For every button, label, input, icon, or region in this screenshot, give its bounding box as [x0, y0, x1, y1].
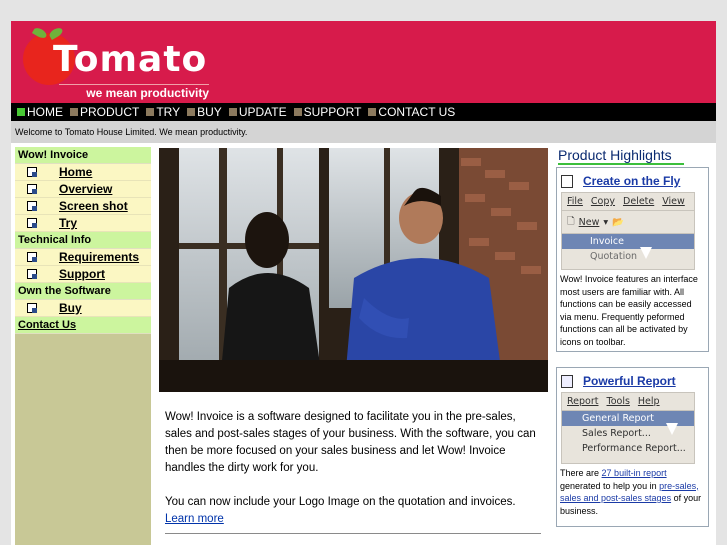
menu-delete: Delete [623, 196, 655, 207]
nav-support[interactable]: SUPPORT [293, 105, 362, 119]
product-highlights: Product Highlights [556, 147, 716, 165]
office-photo [159, 148, 548, 392]
logo-paragraph: You can now include your Logo Image on t… [165, 494, 545, 528]
menu-help: Help [637, 396, 660, 407]
document-icon [27, 201, 37, 211]
sidebar-item-label: Screen shot [59, 199, 128, 213]
report-icon [561, 374, 573, 388]
document-icon [27, 269, 37, 279]
content-divider [165, 533, 541, 534]
header-banner: Tomato we mean productivity [11, 21, 716, 103]
nav-label: UPDATE [238, 105, 287, 119]
built-in-report-link[interactable]: 27 built-in report [602, 468, 667, 478]
sidebar-item-label: Try [59, 216, 78, 230]
create-on-fly-header: Create on the Fly [557, 168, 708, 190]
highlights-title: Product Highlights [558, 147, 684, 165]
bullet-icon [70, 108, 78, 116]
powerful-report-box: Powerful Report Report Tools Help Genera… [556, 367, 709, 527]
nav-label: PRODUCT [80, 105, 140, 119]
brand-tagline: we mean productivity [59, 84, 209, 100]
document-icon [27, 167, 37, 177]
powerful-report-link[interactable]: Powerful Report [583, 374, 676, 388]
sidebar-section-wow-invoice: Wow! Invoice [15, 147, 151, 164]
nav-home[interactable]: HOME [17, 105, 63, 119]
report-text-2: generated to help you in [560, 480, 657, 491]
sidebar-contact-us-link[interactable]: Contact Us [15, 317, 151, 334]
sidebar-item-home[interactable]: Home [15, 164, 151, 181]
create-on-fly-text: Wow! Invoice features an interface most … [560, 274, 698, 347]
nav-label: TRY [156, 105, 181, 119]
screenshot-toolbar: 🗋 New ▾ 📂 [562, 211, 694, 234]
sidebar-item-label: Requirements [59, 250, 140, 264]
report-menu-screenshot: Report Tools Help General Report Sales R… [561, 392, 695, 464]
sidebar-item-screen-shot[interactable]: Screen shot [15, 198, 151, 215]
menu-tools: Tools [606, 396, 630, 407]
menu-report: Report [567, 396, 599, 407]
nav-contact-us[interactable]: CONTACT US [368, 105, 455, 119]
sidebar-item-overview[interactable]: Overview [15, 181, 151, 198]
bullet-icon [293, 108, 302, 116]
logo-text: You can now include your Logo Image on t… [165, 496, 516, 508]
menu-file: File [567, 196, 583, 207]
bullet-icon [368, 108, 377, 116]
document-icon [27, 252, 37, 262]
sidebar-section-own-software: Own the Software [15, 283, 151, 300]
nav-try[interactable]: TRY [146, 105, 180, 119]
main-content: Wow! Invoice is a software designed to f… [165, 409, 545, 545]
menu-view: View [662, 196, 685, 207]
nav-update[interactable]: UPDATE [228, 105, 287, 119]
folder-icon: 📂 [612, 216, 624, 228]
welcome-bar: Welcome to Tomato House Limited. We mean… [11, 121, 716, 143]
create-on-fly-link[interactable]: Create on the Fly [583, 174, 680, 188]
learn-more-link[interactable]: Learn more [165, 513, 224, 525]
menu-item-performance-report: Performance Report... [582, 443, 686, 454]
report-menubar: Report Tools Help [562, 393, 694, 411]
powerful-report-header: Powerful Report [557, 368, 708, 390]
nav-label: HOME [27, 105, 63, 119]
dropdown-arrow-icon: ▾ [603, 216, 609, 228]
sidebar-item-try[interactable]: Try [15, 215, 151, 232]
bullet-icon [228, 108, 237, 116]
sidebar-item-label: Buy [59, 301, 82, 315]
document-icon [561, 174, 573, 188]
top-nav: HOME PRODUCT TRY BUY UPDATE SUPPORT CONT… [11, 103, 716, 121]
menu-copy: Copy [590, 196, 616, 207]
nav-label: CONTACT US [378, 105, 456, 119]
sidebar-item-support[interactable]: Support [15, 266, 151, 283]
hero-photo [159, 148, 548, 392]
intro-paragraph: Wow! Invoice is a software designed to f… [165, 411, 536, 474]
sidebar-item-label: Home [59, 165, 93, 179]
nav-label: BUY [197, 105, 222, 119]
brand-name: Tomato [53, 39, 208, 80]
sidebar-item-buy[interactable]: Buy [15, 300, 151, 317]
menu-screenshot: File Copy Delete View 🗋 New ▾ 📂 Invoice … [561, 192, 695, 270]
nav-product[interactable]: PRODUCT [70, 105, 139, 119]
mouse-cursor-icon [640, 247, 652, 259]
document-icon [27, 184, 37, 194]
tomato-logo[interactable]: Tomato we mean productivity [21, 26, 213, 100]
sidebar: Wow! Invoice Home Overview Screen shot T… [15, 147, 151, 545]
nav-label: SUPPORT [303, 105, 362, 119]
menu-item-quotation: Quotation [590, 251, 638, 262]
create-on-fly-box: Create on the Fly File Copy Delete View … [556, 167, 709, 352]
page: Tomato we mean productivity HOME PRODUCT… [11, 21, 716, 545]
bullet-icon [17, 108, 25, 116]
sidebar-item-label: Support [59, 267, 105, 281]
document-icon [27, 218, 37, 228]
sidebar-item-label: Overview [59, 182, 113, 196]
screenshot-menubar: File Copy Delete View [562, 193, 694, 211]
bullet-icon [187, 108, 196, 116]
nav-buy[interactable]: BUY [187, 105, 222, 119]
new-label: New [578, 216, 600, 228]
sidebar-item-requirements[interactable]: Requirements [15, 249, 151, 266]
powerful-report-text: There are 27 built-in report generated t… [557, 467, 708, 517]
new-document-icon: 🗋 [567, 216, 575, 227]
report-text-1: There are [560, 468, 600, 478]
mouse-cursor-icon [666, 423, 678, 435]
sidebar-section-technical-info: Technical Info [15, 232, 151, 249]
document-icon [27, 303, 37, 313]
menu-item-invoice: Invoice [562, 234, 694, 249]
bullet-icon [146, 108, 155, 116]
